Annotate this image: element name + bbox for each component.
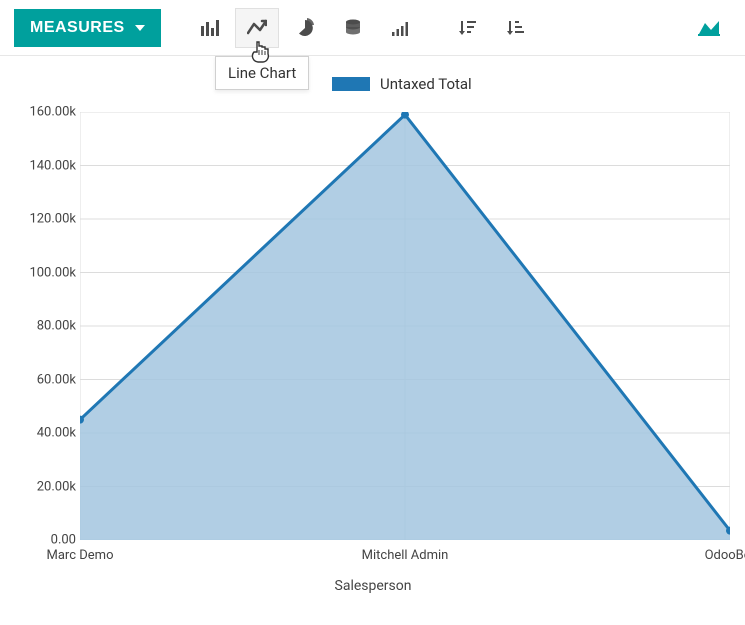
y-tick-label: 100.00k [16, 265, 76, 280]
sort-asc-icon [505, 18, 525, 38]
sort-asc-button[interactable] [493, 8, 537, 48]
pie-chart-button[interactable] [283, 8, 327, 48]
y-tick-label: 60.00k [16, 372, 76, 387]
y-tick-label: 20.00k [16, 479, 76, 494]
pie-chart-icon [295, 18, 315, 38]
area-chart-button[interactable] [687, 8, 731, 48]
sort-desc-button[interactable] [445, 8, 489, 48]
x-axis-title: Salesperson [335, 578, 412, 594]
sort-desc-icon [457, 18, 477, 38]
line-chart-icon [247, 18, 267, 38]
area-chart-icon [697, 18, 721, 38]
legend-label: Untaxed Total [380, 75, 472, 93]
measures-button[interactable]: MEASURES [14, 9, 161, 47]
x-tick-label: Marc Demo [47, 548, 114, 563]
bar-chart-button[interactable] [187, 8, 231, 48]
bar-chart-icon [199, 18, 219, 38]
x-tick-label: OdooBot [705, 548, 745, 563]
caret-down-icon [135, 25, 145, 31]
signal-icon [391, 18, 411, 38]
y-tick-label: 120.00k [16, 212, 76, 227]
y-tick-label: 80.00k [16, 319, 76, 334]
line-chart-plot [80, 112, 730, 540]
chart-type-group [187, 8, 423, 48]
y-tick-label: 40.00k [16, 426, 76, 441]
x-tick-label: Mitchell Admin [362, 548, 449, 563]
stacked-icon [343, 18, 363, 38]
line-chart-button[interactable] [235, 8, 279, 48]
measures-label: MEASURES [30, 19, 125, 37]
y-tick-label: 160.00k [16, 105, 76, 120]
signal-button[interactable] [379, 8, 423, 48]
y-tick-label: 140.00k [16, 158, 76, 173]
chart-type-tooltip: Line Chart [215, 56, 309, 90]
y-tick-label: 0.00 [16, 533, 76, 548]
chart-area: 0.00 20.00k 40.00k 60.00k 80.00k 100.00k 120.0… [8, 100, 738, 610]
legend-swatch [332, 77, 370, 91]
toolbar: MEASURES [0, 0, 745, 56]
sort-group [445, 8, 537, 48]
stacked-button[interactable] [331, 8, 375, 48]
legend[interactable]: Untaxed Total [332, 75, 472, 93]
